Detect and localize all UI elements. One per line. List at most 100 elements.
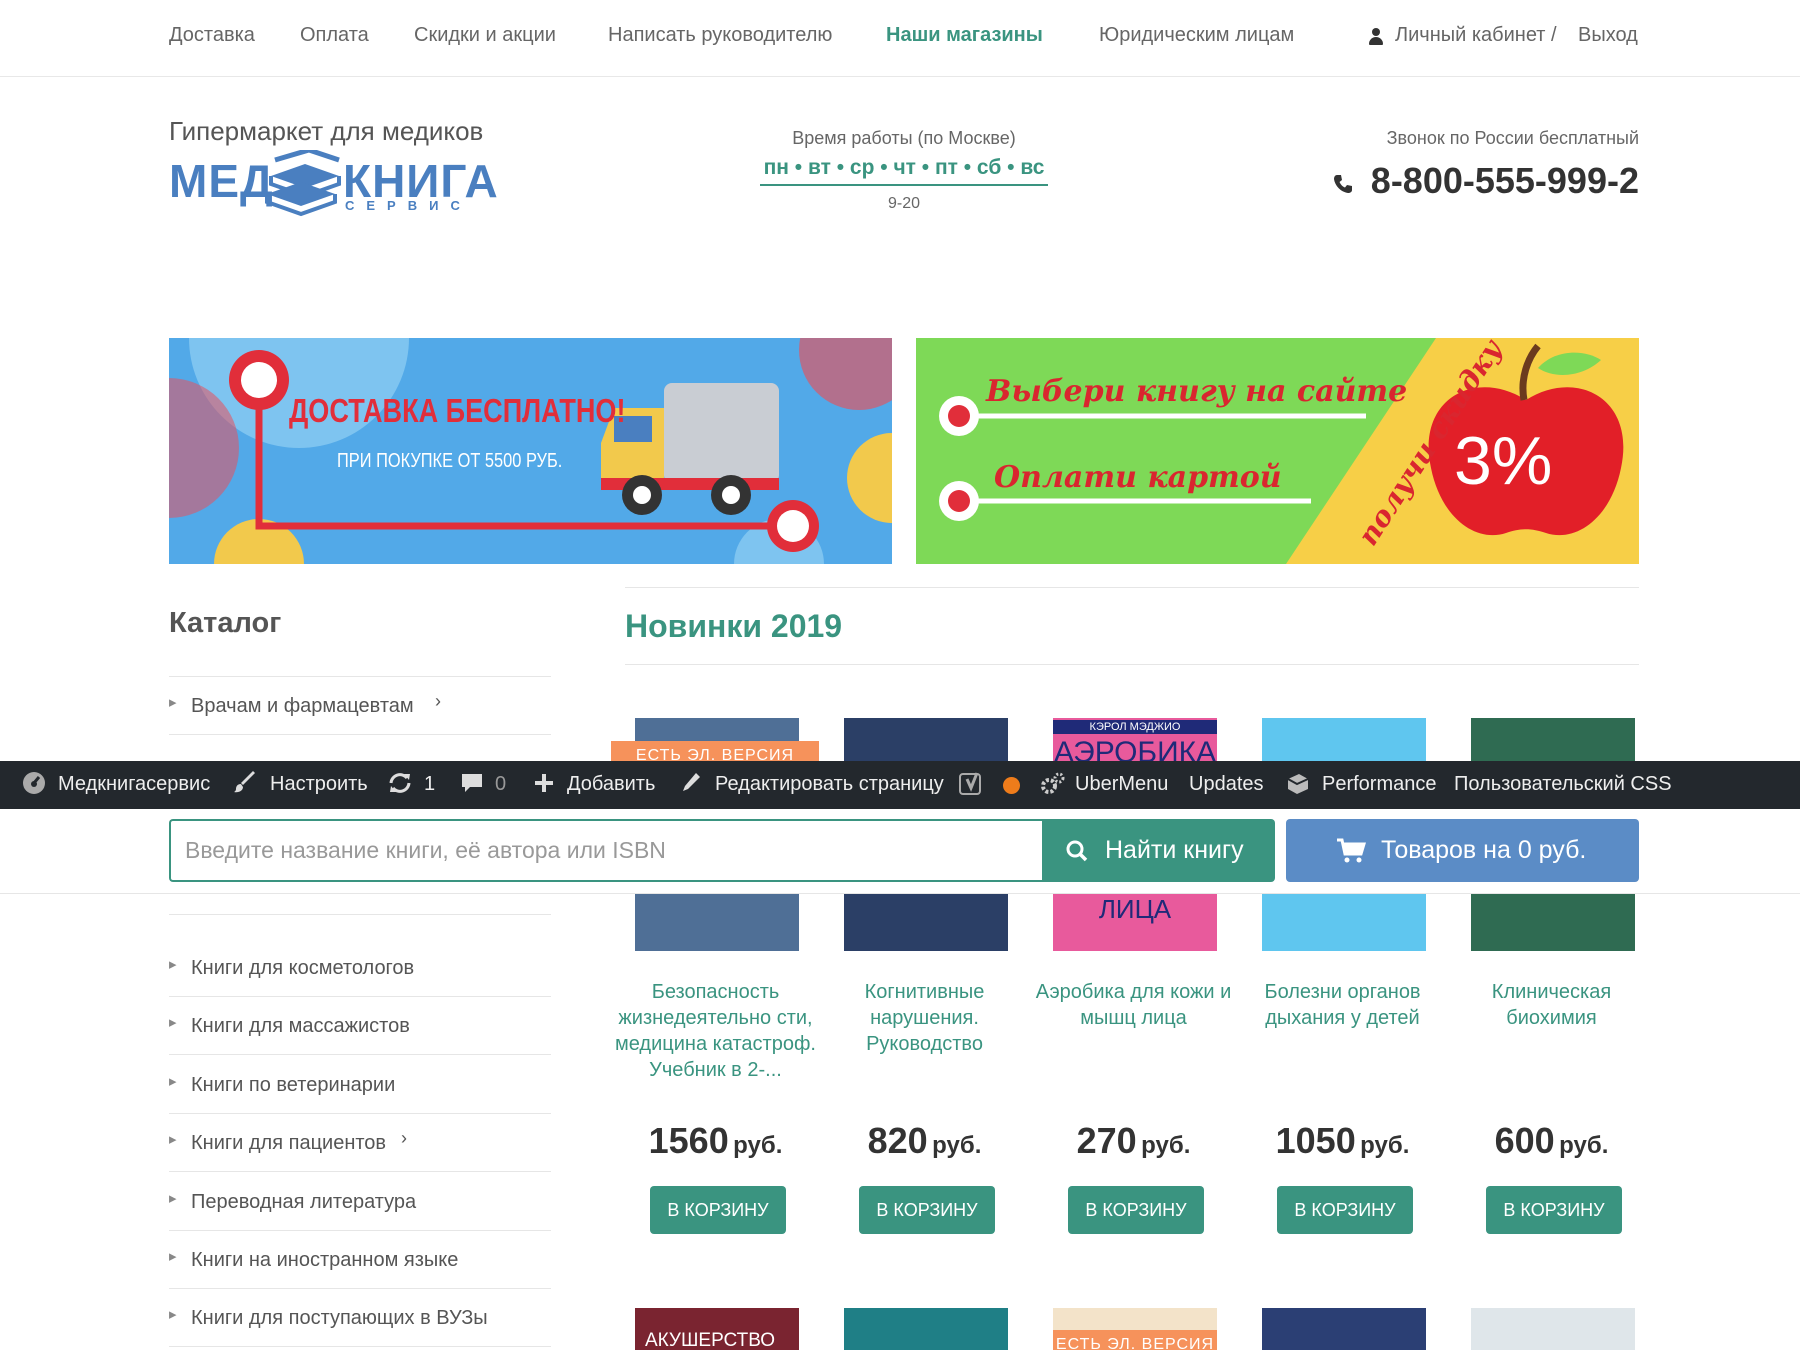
search-button[interactable]: Найти книгу (1042, 819, 1275, 882)
catalog-list: ▸Врачам и фармацевтам›персонала▸Книги дл… (169, 676, 551, 1347)
price-value: 820 (867, 1120, 928, 1161)
site-logo[interactable]: МЕД КНИГА СЕРВИС (169, 150, 498, 225)
bullet-arrow-icon: ▸ (169, 1306, 177, 1323)
add-to-cart-button[interactable]: В КОРЗИНУ (1277, 1186, 1413, 1234)
product-title[interactable]: Болезни органов дыхания у детей (1240, 979, 1445, 1031)
add-to-cart-button[interactable]: В КОРЗИНУ (1068, 1186, 1204, 1234)
cart-summary: Товаров на 0 руб. (1381, 836, 1587, 864)
phone-icon (1334, 175, 1352, 193)
nav-link-our-stores[interactable]: Наши магазины (886, 24, 1043, 47)
price-value: 1560 (648, 1120, 729, 1161)
catalog-item-label: Книги для пациентов (191, 1132, 387, 1154)
search-icon (1066, 840, 1088, 862)
price-currency: руб. (932, 1132, 982, 1159)
wp-admin-bar: Медкнигасервис Настроить 1 0 Добавить Ре… (0, 761, 1800, 809)
delivery-banner-title: ДОСТАВКА БЕСПЛАТНО! (289, 392, 626, 429)
admin-custom-css[interactable]: Пользовательский CSS (1454, 773, 1672, 796)
price-currency: руб. (1360, 1132, 1410, 1159)
add-to-cart-button[interactable]: В КОРЗИНУ (1486, 1186, 1622, 1234)
book-cover[interactable] (1471, 1308, 1635, 1350)
book-cover[interactable] (1262, 1308, 1426, 1350)
catalog-item[interactable]: ▸ Книги для косметологов (169, 939, 551, 997)
nav-link-legal-entities[interactable]: Юридическим лицам (1099, 24, 1294, 47)
cart-button[interactable]: Товаров на 0 руб. (1286, 819, 1639, 882)
admin-edit-page[interactable]: Редактировать страницу (715, 773, 944, 796)
catalog-item[interactable]: ▸ Книги для массажистов (169, 997, 551, 1055)
catalog-item-label: Книги для косметологов (191, 957, 415, 979)
account-link[interactable]: Личный кабинет / (1395, 24, 1557, 47)
tagline: Гипермаркет для медиков (169, 116, 484, 146)
catalog-item[interactable]: ▸ Врачам и фармацевтам › (169, 677, 551, 735)
dashboard-icon (23, 772, 45, 794)
search-button-label: Найти книгу (1105, 836, 1244, 864)
book-cover[interactable]: АКУШЕРСТВО (635, 1308, 799, 1350)
bullet-arrow-icon: ▸ (169, 1190, 177, 1207)
comments-icon (462, 774, 482, 792)
admin-site-name[interactable]: Медкнигасервис (58, 773, 210, 796)
admin-ubermenu[interactable]: UberMenu (1075, 773, 1168, 796)
catalog-item-label: Врачам и фармацевтам (191, 695, 414, 717)
catalog-item[interactable]: ▸ Книги для поступающих в ВУЗы (169, 1289, 551, 1347)
discount-percent: 3% (1454, 423, 1553, 499)
bullet-arrow-icon: ▸ (169, 1248, 177, 1265)
chevron-right-icon: › (435, 691, 441, 711)
product-price: 820 руб. (822, 1120, 1027, 1162)
bullet-arrow-icon: ▸ (169, 1014, 177, 1031)
price-currency: руб. (733, 1132, 783, 1159)
product-title[interactable]: Безопасность жизнедеятельно сти, медицин… (613, 979, 818, 1083)
free-delivery-banner[interactable]: ДОСТАВКА БЕСПЛАТНО! ПРИ ПОКУПКЕ ОТ 5500 … (169, 338, 892, 564)
admin-updates[interactable]: Updates (1189, 773, 1264, 796)
nav-link-delivery[interactable]: Доставка (169, 24, 255, 47)
delivery-banner-subtitle: ПРИ ПОКУПКЕ ОТ 5500 РУБ. (337, 450, 563, 472)
discount-banner-line2: Оплати картой (994, 460, 1282, 495)
nav-link-discounts[interactable]: Скидки и акции (414, 24, 556, 47)
product-title[interactable]: Аэробика для кожи и мышц лица (1031, 979, 1236, 1031)
card-discount-banner[interactable]: Выбери книгу на сайте Оплати картой полу… (916, 338, 1639, 564)
chevron-right-icon: › (401, 1128, 407, 1148)
nav-link-write-manager[interactable]: Написать руководителю (608, 24, 832, 47)
pencil-icon (683, 773, 700, 791)
catalog-item[interactable]: ▸ Книги для пациентов › (169, 1114, 551, 1172)
price-value: 1050 (1275, 1120, 1356, 1161)
add-to-cart-button[interactable]: В КОРЗИНУ (859, 1186, 995, 1234)
catalog-item[interactable]: ▸ Переводная литература (169, 1173, 551, 1231)
catalog-item-label: Переводная литература (191, 1191, 417, 1213)
admin-add-new[interactable]: Добавить (567, 773, 655, 796)
gears-icon (1041, 772, 1065, 794)
add-to-cart-button[interactable]: В КОРЗИНУ (650, 1186, 786, 1234)
phone-number[interactable]: 8-800-555-999-2 (1371, 160, 1639, 202)
updates-icon (389, 773, 411, 793)
book-cover[interactable] (844, 1308, 1008, 1350)
product-price: 270 руб. (1031, 1120, 1236, 1162)
admin-comments-count[interactable]: 0 (495, 773, 506, 796)
search-input[interactable] (169, 819, 1042, 882)
bullet-arrow-icon: ▸ (169, 956, 177, 973)
catalog-item-label: Книги для массажистов (191, 1015, 410, 1037)
discount-banner-line1: Выбери книгу на сайте (986, 374, 1408, 409)
cover-author: КЭРОЛ МЭДЖИО (1053, 720, 1217, 734)
bullet-arrow-icon: ▸ (169, 1131, 177, 1148)
product-title[interactable]: Когнитивные нарушения. Руководство (822, 979, 1027, 1057)
top-navigation: Доставка Оплата Скидки и акции Написать … (0, 0, 1800, 77)
working-hours-label: Время работы (по Москве) (792, 128, 1016, 148)
seo-status-dot-icon (1003, 777, 1020, 794)
admin-updates-count[interactable]: 1 (424, 773, 435, 796)
plus-icon (535, 774, 553, 792)
divider (625, 664, 1639, 665)
search-bar: Найти книгу Товаров на 0 руб. (0, 809, 1800, 894)
ebook-badge: ЕСТЬ ЭЛ. ВЕРСИЯ (1053, 1330, 1217, 1350)
logout-link[interactable]: Выход (1578, 24, 1638, 47)
cover-subtitle: ЛИЦА (1098, 894, 1172, 924)
catalog-item[interactable]: ▸ Книги на иностранном языке (169, 1231, 551, 1289)
admin-customize[interactable]: Настроить (270, 773, 368, 796)
price-value: 270 (1076, 1120, 1137, 1161)
book-cover[interactable]: ЕСТЬ ЭЛ. ВЕРСИЯ (1053, 1308, 1217, 1350)
product-title[interactable]: Клиническая биохимия (1449, 979, 1654, 1031)
yoast-icon (959, 772, 981, 795)
cover-title: АКУШЕРСТВО (644, 1330, 776, 1350)
price-currency: руб. (1559, 1132, 1609, 1159)
nav-link-payment[interactable]: Оплата (300, 24, 369, 47)
catalog-item-label: Книги по ветеринарии (191, 1074, 396, 1096)
admin-performance[interactable]: Performance (1322, 773, 1437, 796)
catalog-item[interactable]: ▸ Книги по ветеринарии (169, 1056, 551, 1114)
